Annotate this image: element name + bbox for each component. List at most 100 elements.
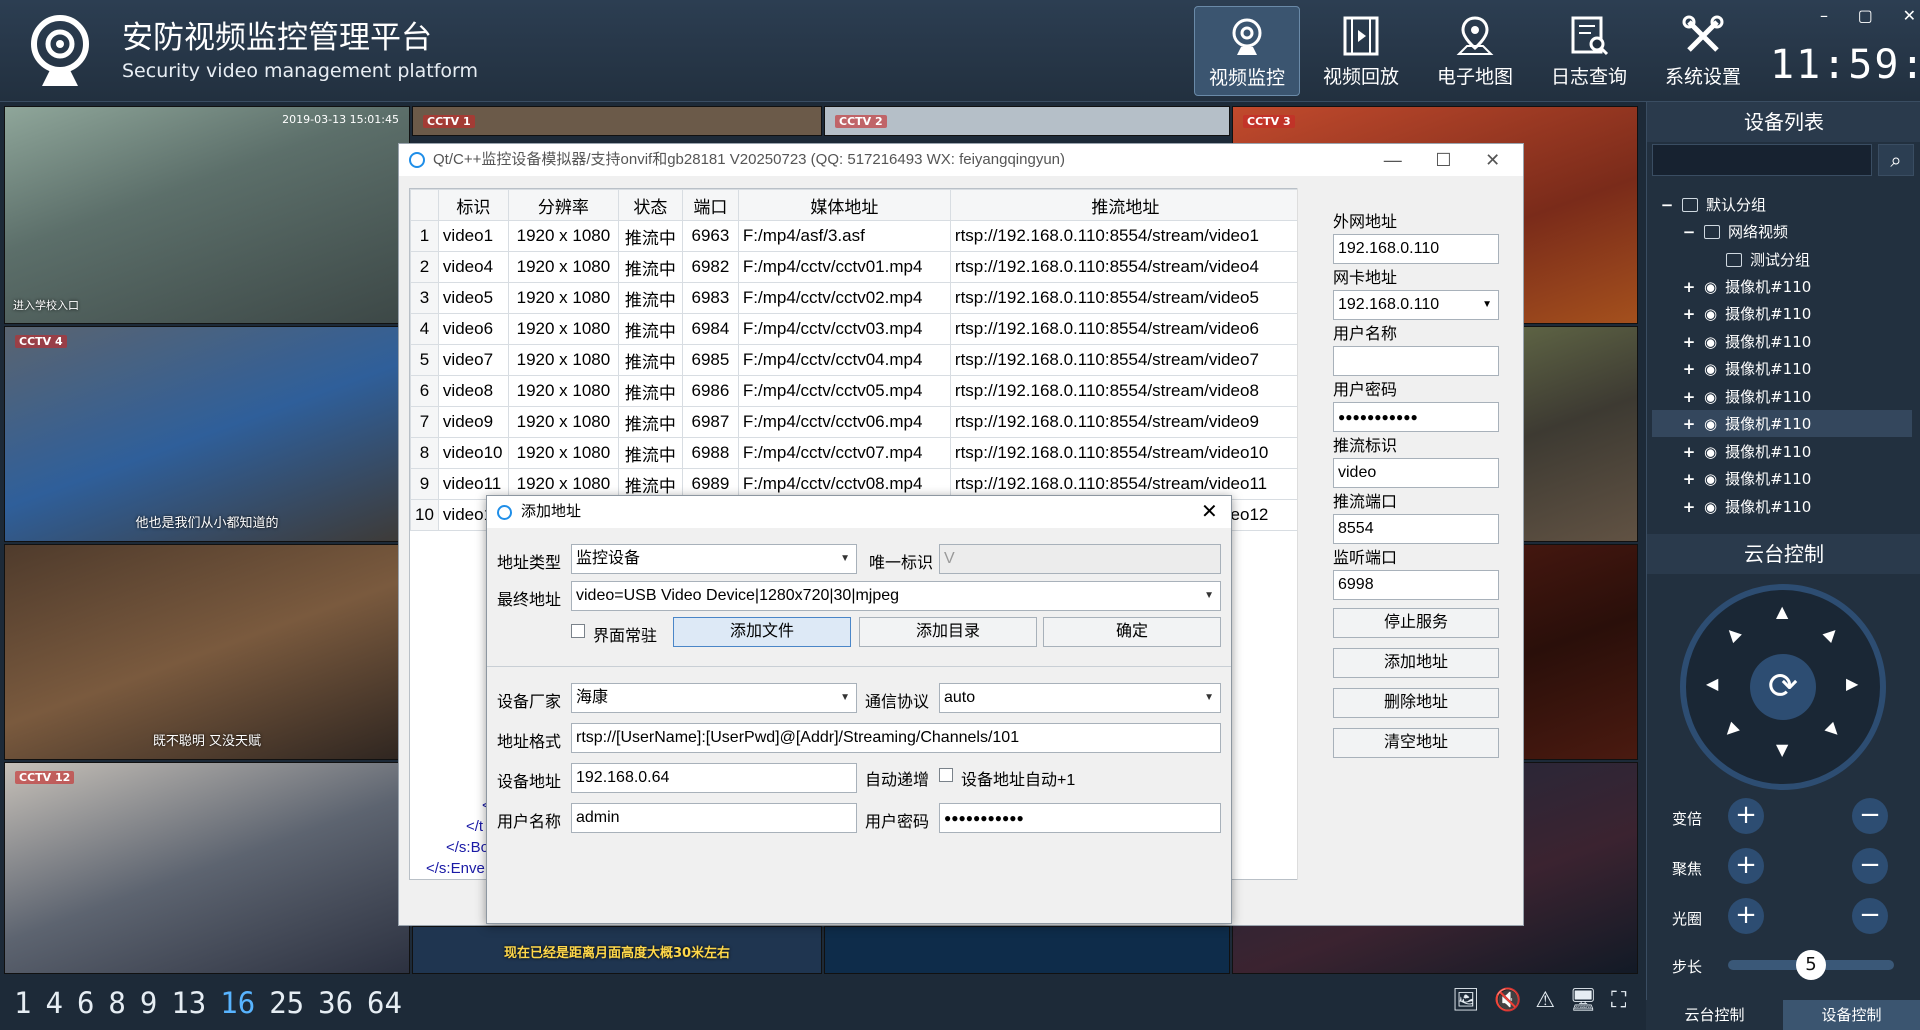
col-push-url[interactable]: 推流地址 [950,190,1300,221]
nav-video-monitor[interactable]: 视频监控 [1194,6,1300,96]
table-row[interactable]: 2video41920 x 1080推流中6982F:/mp4/cctv/cct… [411,252,1301,283]
focus-minus-button[interactable]: − [1852,848,1888,884]
expand-icon[interactable]: + [1682,470,1696,488]
layout-4[interactable]: 4 [45,986,62,1020]
close-button[interactable]: ✕ [1485,144,1500,176]
table-row[interactable]: 1video11920 x 1080推流中6963F:/mp4/asf/3.as… [411,221,1301,252]
minimize-button[interactable]: — [1384,144,1402,176]
tree-node[interactable]: +◉摄像机#110 [1652,273,1912,300]
expand-icon[interactable]: + [1682,415,1696,433]
col-status[interactable]: 状态 [618,190,682,221]
expand-icon[interactable]: + [1682,305,1696,323]
layout-25[interactable]: 25 [269,986,304,1020]
ptz-up-icon[interactable]: ▲ [1776,602,1788,621]
expand-icon[interactable]: + [1682,498,1696,516]
user-input[interactable] [1333,346,1499,376]
close-button[interactable]: ✕ [1903,6,1916,28]
dialog-close-icon[interactable]: ✕ [1201,499,1218,524]
table-row[interactable]: 5video71920 x 1080推流中6985F:/mp4/cctv/cct… [411,345,1301,376]
add-file-button[interactable]: 添加文件 [673,617,851,647]
col-resolution[interactable]: 分辨率 [508,190,618,221]
col-media-url[interactable]: 媒体地址 [738,190,950,221]
final-addr-combo[interactable]: video=USB Video Device|1280x720|30|mjpeg… [571,581,1221,611]
alert-icon[interactable]: ⚠ [1535,988,1555,1013]
ptz-down-icon[interactable]: ▼ [1776,740,1788,759]
collapse-icon[interactable]: − [1660,196,1674,214]
protocol-select[interactable]: auto▼ [939,683,1221,713]
expand-icon[interactable]: + [1682,360,1696,378]
mute-icon[interactable]: 🔇 [1494,988,1521,1013]
add-address-button[interactable]: 添加地址 [1333,648,1499,678]
zoom-minus-button[interactable]: − [1852,798,1888,834]
video-cell[interactable]: 现在已经是距离月面高度大概30米左右 [412,926,822,974]
device-search-input[interactable] [1652,144,1872,176]
table-scrollbar[interactable] [1297,188,1313,880]
add-directory-button[interactable]: 添加目录 [859,617,1037,647]
vendor-select[interactable]: 海康▼ [571,683,857,713]
table-row[interactable]: 4video61920 x 1080推流中6984F:/mp4/cctv/cct… [411,314,1301,345]
layout-36[interactable]: 36 [318,986,353,1020]
expand-icon[interactable]: + [1682,333,1696,351]
layout-9[interactable]: 9 [140,986,157,1020]
table-row[interactable]: 7video91920 x 1080推流中6987F:/mp4/cctv/cct… [411,407,1301,438]
auto-inc-checkbox[interactable] [939,768,953,782]
iris-plus-button[interactable]: + [1728,898,1764,934]
nav-log-query[interactable]: 日志查询 [1536,6,1642,96]
tree-node-selected[interactable]: +◉摄像机#110 [1652,410,1912,437]
stop-service-button[interactable]: 停止服务 [1333,608,1499,638]
expand-icon[interactable]: + [1682,278,1696,296]
username-input[interactable]: admin [571,803,857,833]
nav-system-settings[interactable]: 系统设置 [1650,6,1756,96]
iris-minus-button[interactable]: − [1852,898,1888,934]
resident-checkbox[interactable] [571,624,585,638]
push-id-input[interactable]: video [1333,458,1499,488]
layout-6[interactable]: 6 [77,986,94,1020]
monitor-icon[interactable]: 🖥 [1569,988,1597,1013]
delete-address-button[interactable]: 删除地址 [1333,688,1499,718]
ptz-reset-icon[interactable]: ⟳ [1750,654,1816,720]
layout-1[interactable]: 1 [14,986,31,1020]
table-row[interactable]: 8video101920 x 1080推流中6988F:/mp4/cctv/cc… [411,438,1301,469]
fullscreen-icon[interactable]: ⛶ [1611,988,1626,1013]
col-id[interactable]: 标识 [438,190,508,221]
maximize-button[interactable]: ▢ [1858,6,1873,28]
layout-64[interactable]: 64 [367,986,402,1020]
video-cell[interactable]: CCTV 1 [412,106,822,136]
step-slider-handle[interactable]: 5 [1796,950,1826,980]
tab-ptz-control[interactable]: 云台控制 [1646,1000,1783,1030]
tree-node[interactable]: 测试分组 [1652,246,1912,273]
tree-node[interactable]: +◉摄像机#110 [1652,300,1912,327]
video-cell[interactable]: CCTV 4既不聪明 又没天赋 [4,544,410,760]
clear-address-button[interactable]: 清空地址 [1333,728,1499,758]
unique-id-input[interactable]: V [939,544,1221,574]
ptz-left-icon[interactable]: ◀ [1706,674,1718,693]
collapse-icon[interactable]: − [1682,223,1696,241]
nav-video-playback[interactable]: 视频回放 [1308,6,1414,96]
video-cell[interactable]: CCTV 4他也是我们从小都知道的 [4,326,410,542]
addr-type-select[interactable]: 监控设备▼ [571,544,857,574]
format-input[interactable]: rtsp://[UserName]:[UserPwd]@[Addr]/Strea… [571,723,1221,753]
pwd-input[interactable]: ●●●●●●●●●●● [1333,402,1499,432]
nic-select[interactable]: 192.168.0.110▼ [1333,290,1499,320]
expand-icon[interactable]: + [1682,443,1696,461]
video-cell[interactable]: CCTV 12 [4,762,410,974]
tree-node[interactable]: −默认分组 [1652,191,1912,218]
device-addr-input[interactable]: 192.168.0.64 [571,763,857,793]
image-icon[interactable]: 🖼 [1452,988,1480,1013]
confirm-button[interactable]: 确定 [1043,617,1221,647]
layout-16[interactable]: 16 [220,986,255,1020]
layout-8[interactable]: 8 [108,986,125,1020]
table-row[interactable]: 3video51920 x 1080推流中6983F:/mp4/cctv/cct… [411,283,1301,314]
zoom-plus-button[interactable]: + [1728,798,1764,834]
tree-node[interactable]: −网络视频 [1652,218,1912,245]
wan-input[interactable]: 192.168.0.110 [1333,234,1499,264]
video-cell[interactable]: CCTV 2 [824,106,1230,136]
focus-plus-button[interactable]: + [1728,848,1764,884]
expand-icon[interactable]: + [1682,388,1696,406]
password-input[interactable]: ●●●●●●●●●●● [939,803,1221,833]
col-port[interactable]: 端口 [682,190,738,221]
layout-13[interactable]: 13 [171,986,206,1020]
video-cell[interactable]: 进入学校入口 2019-03-13 15:01:45 [4,106,410,324]
minimize-button[interactable]: – [1820,6,1828,28]
nav-electronic-map[interactable]: 电子地图 [1422,6,1528,96]
